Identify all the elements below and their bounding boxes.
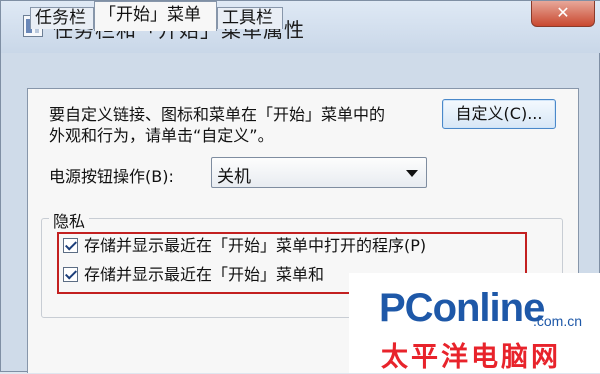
privacy-option-programs-label: 存储并显示最近在「开始」菜单中打开的程序(P) (84, 236, 427, 255)
privacy-option-programs[interactable]: 存储并显示最近在「开始」菜单中打开的程序(P) (63, 235, 426, 257)
checkbox-programs[interactable] (63, 238, 78, 253)
customize-description: 要自定义链接、图标和菜单在「开始」菜单中的 外观和行为，请单击“自定义”。 (49, 104, 419, 146)
tab-taskbar[interactable]: 任务栏 (30, 7, 94, 29)
privacy-group-label: 隐私 (49, 208, 90, 232)
chevron-down-icon (406, 170, 418, 177)
customize-button[interactable]: 自定义(C)... (442, 99, 556, 129)
description-line-1: 要自定义链接、图标和菜单在「开始」菜单中的 (49, 105, 386, 124)
tab-toolbars[interactable]: 工具栏 (217, 7, 283, 29)
close-button[interactable]: ✕ (531, 1, 595, 27)
power-button-select[interactable]: 关机 (211, 157, 427, 188)
privacy-option-items[interactable]: 存储并显示最近在「开始」菜单和 (63, 264, 324, 286)
power-button-label: 电源按钮操作(B): (49, 167, 174, 186)
description-line-2: 外观和行为，请单击“自定义”。 (49, 126, 274, 145)
pconline-logo: PConline (379, 286, 545, 330)
properties-window: 任务栏和「开始」菜单属性 ✕ 任务栏 「开始」菜单 工具栏 要自定义链接、图标和… (0, 0, 600, 373)
power-button-value: 关机 (217, 167, 251, 187)
pconline-chinese-name: 太平洋电脑网 (381, 342, 561, 373)
privacy-option-items-label: 存储并显示最近在「开始」菜单和 (84, 265, 325, 284)
checkbox-items[interactable] (63, 267, 78, 282)
pconline-domain: .com.cn (533, 313, 583, 329)
tab-start-menu[interactable]: 「开始」菜单 (94, 1, 217, 31)
